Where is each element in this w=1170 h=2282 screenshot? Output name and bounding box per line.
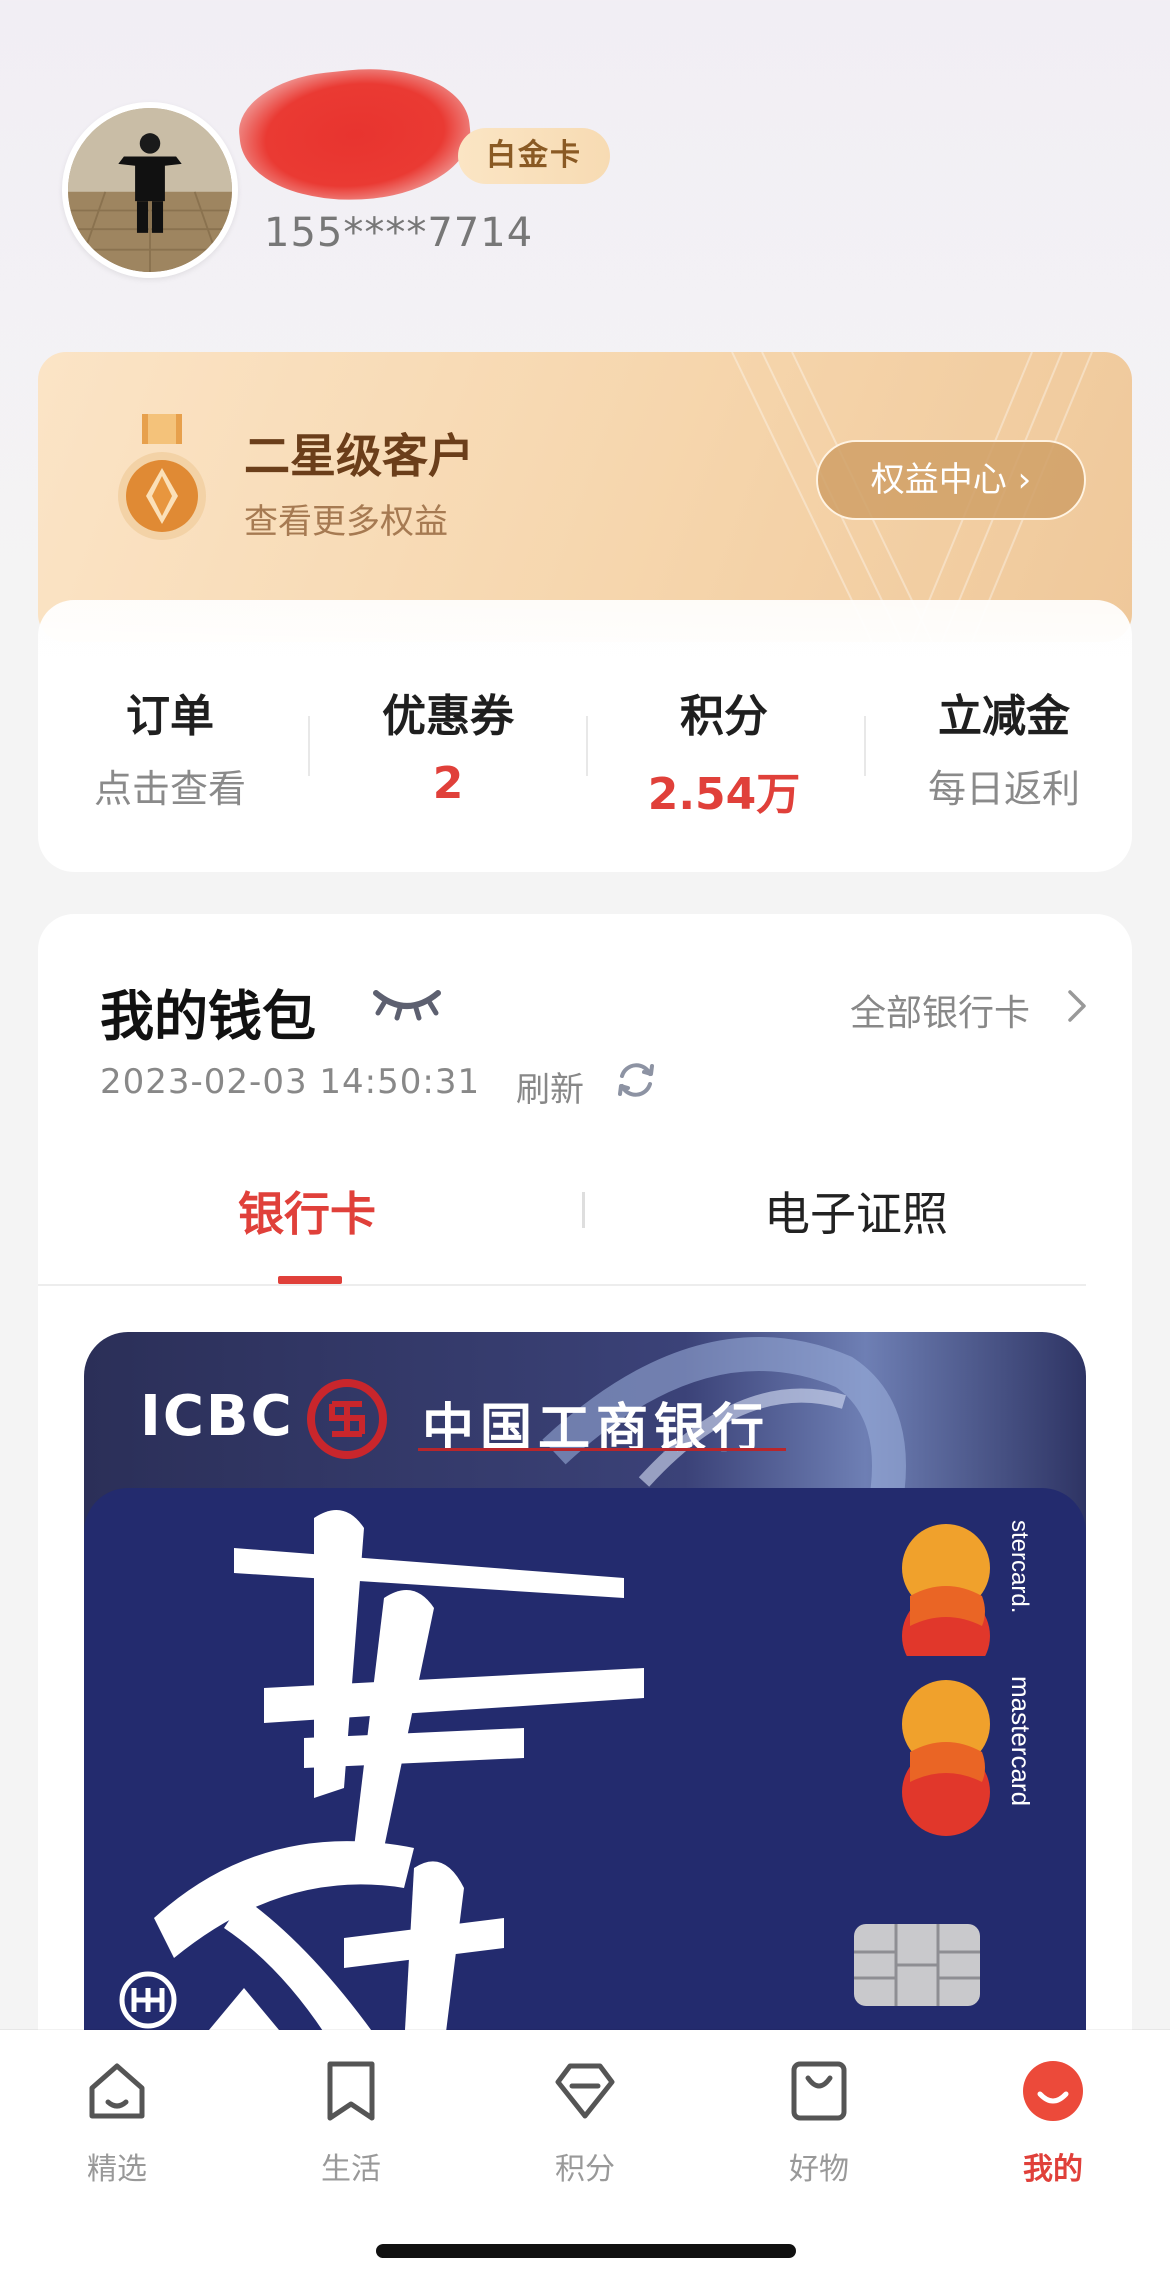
active-tab-indicator xyxy=(278,1276,342,1284)
stat-points[interactable]: 积分 2.54万 xyxy=(594,680,854,822)
stat-title: 订单 xyxy=(126,691,214,742)
bookmark-icon xyxy=(327,2061,375,2121)
home-indicator[interactable] xyxy=(376,2244,796,2258)
tier-badge: 白金卡 xyxy=(458,128,610,184)
stat-value: 点击查看 xyxy=(93,767,246,811)
all-bank-cards-link[interactable]: 全部银行卡 xyxy=(850,984,1030,1036)
home-icon xyxy=(89,2063,145,2119)
diamond-icon xyxy=(555,2063,615,2119)
nav-mine[interactable]: 我的 xyxy=(978,2056,1128,2188)
nav-label: 我的 xyxy=(1023,2152,1083,2187)
divider xyxy=(308,716,310,776)
member-subtitle[interactable]: 查看更多权益 xyxy=(244,494,448,543)
bank-name-underline xyxy=(418,1448,786,1451)
mastercard-wordmark: mastercard xyxy=(1006,1676,1030,1806)
mastercard-logo-icon: mastercard xyxy=(902,1676,1030,1836)
stat-title: 积分 xyxy=(680,691,768,742)
refresh-label[interactable]: 刷新 xyxy=(516,1062,584,1111)
nav-label: 积分 xyxy=(555,2152,615,2187)
medal-icon xyxy=(118,414,206,540)
tab-e-certificates[interactable]: 电子证照 xyxy=(764,1178,948,1244)
stat-title: 优惠券 xyxy=(382,691,514,742)
nav-label: 精选 xyxy=(87,2152,147,2187)
tab-separator xyxy=(582,1192,585,1228)
avatar[interactable] xyxy=(62,102,238,278)
stat-orders[interactable]: 订单 点击查看 xyxy=(40,680,300,813)
shopping-bag-icon xyxy=(791,2061,847,2121)
stat-value: 2.54万 xyxy=(647,769,801,820)
refresh-icon[interactable] xyxy=(614,1058,658,1102)
mastercard-logo-icon: stercard. xyxy=(902,1520,1030,1656)
chevron-right-icon[interactable] xyxy=(1066,988,1088,1024)
eye-closed-icon[interactable] xyxy=(370,985,444,1021)
stat-coupons[interactable]: 优惠券 2 xyxy=(318,680,578,809)
tab-bank-cards[interactable]: 银行卡 xyxy=(238,1178,376,1244)
nav-featured[interactable]: 精选 xyxy=(42,2056,192,2188)
phone-number: 155****7714 xyxy=(264,210,534,256)
smiley-icon xyxy=(1023,2061,1083,2121)
stat-title: 立减金 xyxy=(938,691,1070,742)
nav-goods[interactable]: 好物 xyxy=(744,2056,894,2188)
stat-value: 2 xyxy=(432,758,464,809)
nav-label: 生活 xyxy=(321,2152,381,2187)
card-brand-en: ICBC xyxy=(140,1384,294,1449)
icbc-logo-icon xyxy=(307,1379,387,1459)
stat-discount[interactable]: 立减金 每日返利 xyxy=(874,680,1134,813)
divider xyxy=(864,716,866,776)
redacted-name xyxy=(233,58,477,212)
nav-points[interactable]: 积分 xyxy=(510,2056,660,2188)
wallet-title: 我的钱包 xyxy=(100,985,316,1048)
wallet-timestamp: 2023-02-03 14:50:31 xyxy=(100,1062,481,1102)
rights-center-button[interactable]: 权益中心 › xyxy=(816,440,1086,520)
nav-life[interactable]: 生活 xyxy=(276,2056,426,2188)
card-chip-icon xyxy=(854,1924,980,2006)
divider xyxy=(586,716,588,776)
nav-label: 好物 xyxy=(789,2152,849,2187)
stat-value: 每日返利 xyxy=(927,767,1080,811)
tab-underline xyxy=(38,1284,1086,1286)
mastercard-wordmark-partial: stercard. xyxy=(1006,1520,1030,1613)
unionpay-logo-icon xyxy=(119,1971,177,2029)
member-level: 二星级客户 xyxy=(244,429,474,483)
